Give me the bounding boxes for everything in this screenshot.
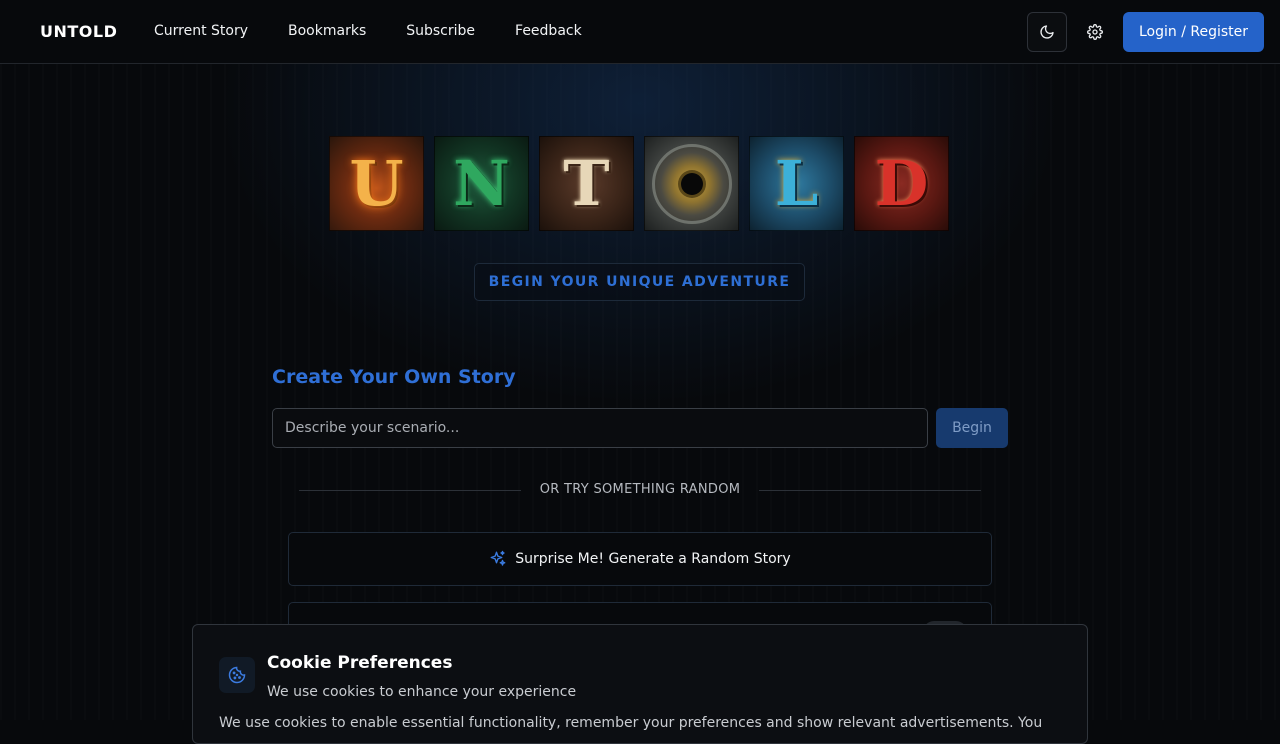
create-story-title: Create Your Own Story [272, 366, 516, 388]
logo-tile-t: T [539, 136, 634, 231]
random-divider: OR TRY SOMETHING RANDOM [299, 480, 981, 500]
cookie-body-text: We use cookies to enable essential funct… [219, 715, 1043, 731]
cookie-subtitle: We use cookies to enhance your experienc… [267, 684, 577, 700]
cookie-preferences-banner: Cookie Preferences We use cookies to enh… [192, 624, 1088, 744]
scenario-input[interactable] [272, 408, 928, 448]
nav-links: Current Story Bookmarks Subscribe Feedba… [154, 23, 622, 39]
theme-toggle-button[interactable] [1027, 12, 1067, 52]
logo-tile-o-eye [644, 136, 739, 231]
nav-link-current-story[interactable]: Current Story [154, 23, 248, 39]
logo-tile-l: L [749, 136, 844, 231]
eye-icon [651, 143, 732, 224]
login-register-button[interactable]: Login / Register [1123, 12, 1264, 52]
logo-tile-u: U [329, 136, 424, 231]
logo-tile-d: D [854, 136, 949, 231]
gear-icon [1087, 24, 1103, 40]
nav-link-subscribe[interactable]: Subscribe [406, 23, 475, 39]
cookie-title: Cookie Preferences [267, 653, 453, 673]
moon-icon [1040, 25, 1054, 39]
logo-tile-n: N [434, 136, 529, 231]
surprise-me-button[interactable]: Surprise Me! Generate a Random Story [288, 532, 992, 586]
nav-link-bookmarks[interactable]: Bookmarks [288, 23, 366, 39]
sparkle-icon [490, 550, 506, 566]
untold-logo-tiles: U N T L D [329, 136, 949, 231]
begin-button[interactable]: Begin [936, 408, 1008, 448]
surprise-me-label: Surprise Me! Generate a Random Story [515, 551, 791, 567]
top-navbar: UNTOLD Current Story Bookmarks Subscribe… [0, 0, 1280, 64]
nav-link-feedback[interactable]: Feedback [515, 23, 582, 39]
begin-adventure-badge: BEGIN YOUR UNIQUE ADVENTURE [474, 263, 805, 301]
cookie-icon [219, 657, 255, 693]
settings-button[interactable] [1081, 18, 1109, 46]
brand-logo[interactable]: UNTOLD [40, 22, 117, 41]
divider-line-right [759, 490, 981, 491]
